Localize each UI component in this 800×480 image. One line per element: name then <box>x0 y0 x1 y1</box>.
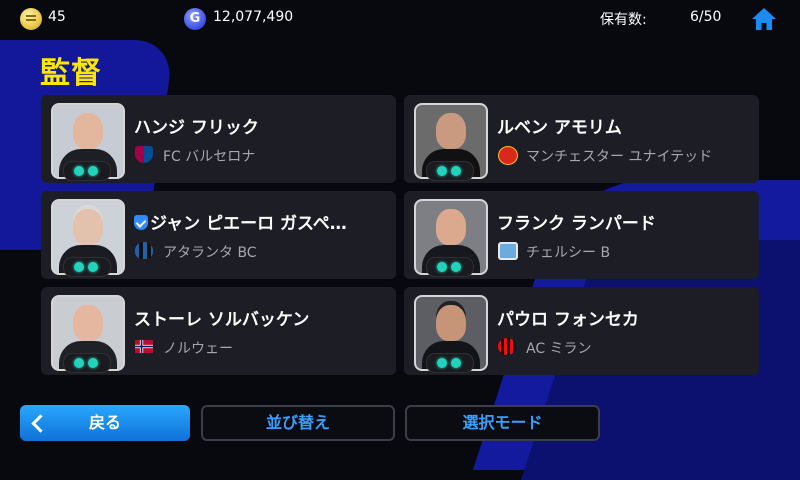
select-mode-button[interactable]: 選択モード <box>405 405 600 441</box>
team-name: マンチェスター ユナイテッド <box>526 149 713 165</box>
home-button[interactable] <box>750 5 778 33</box>
team-name: チェルシー B <box>526 245 611 261</box>
page-title: 監督 <box>40 56 102 91</box>
manager-name: ジャン ピエーロ ガスペ… <box>150 214 347 234</box>
select-mode-button-label: 選択モード <box>462 413 543 432</box>
back-button[interactable]: 戻る <box>20 405 190 441</box>
verified-icon <box>134 215 148 230</box>
home-icon <box>752 8 776 30</box>
atalanta-crest-icon <box>135 242 153 259</box>
chelsea-b-crest-icon <box>498 242 518 260</box>
manager-name: ルベン アモリム <box>497 118 622 138</box>
skill-badge <box>63 257 111 277</box>
manager-name: パウロ フォンセカ <box>497 310 639 330</box>
manager-name: フランク ランパード <box>497 214 656 234</box>
team-name: ノルウェー <box>163 341 233 357</box>
acmilan-crest-icon <box>498 338 516 355</box>
manager-card[interactable]: ジャン ピエーロ ガスペ… アタランタ BC <box>41 191 396 279</box>
skill-badge <box>63 161 111 181</box>
team-name: FC バルセロナ <box>163 149 256 165</box>
manager-card[interactable]: ハンジ フリック FC バルセロナ <box>41 95 396 183</box>
sort-button[interactable]: 並び替え <box>201 405 395 441</box>
coin-balance: 45 <box>48 9 66 25</box>
team-name: AC ミラン <box>526 341 592 357</box>
norway-flag-icon <box>135 339 153 354</box>
owned-count-value: 6/50 <box>690 9 722 25</box>
skill-badge <box>426 257 474 277</box>
manutd-crest-icon <box>498 146 518 165</box>
manager-name: ストーレ ソルバッケン <box>134 310 310 330</box>
skill-badge <box>426 353 474 373</box>
team-name: アタランタ BC <box>163 245 257 261</box>
manager-card[interactable]: ストーレ ソルバッケン ノルウェー <box>41 287 396 375</box>
gp-balance: 12,077,490 <box>213 9 294 25</box>
sort-button-label: 並び替え <box>265 413 330 432</box>
top-bar: 45 G 12,077,490 保有数: 6/50 <box>0 0 800 38</box>
skill-badge <box>63 353 111 373</box>
back-button-label: 戻る <box>88 413 121 432</box>
coin-icon <box>20 8 42 30</box>
manager-card[interactable]: ルベン アモリム マンチェスター ユナイテッド <box>404 95 759 183</box>
chevron-left-icon <box>31 414 50 433</box>
manager-card[interactable]: パウロ フォンセカ AC ミラン <box>404 287 759 375</box>
skill-badge <box>426 161 474 181</box>
manager-name-row: ジャン ピエーロ ガスペ… <box>134 209 384 234</box>
manager-card[interactable]: フランク ランパード チェルシー B <box>404 191 759 279</box>
gp-icon: G <box>184 8 206 30</box>
owned-count-label: 保有数: <box>600 12 647 28</box>
manager-name: ハンジ フリック <box>134 118 259 138</box>
barcelona-crest-icon <box>135 146 153 163</box>
